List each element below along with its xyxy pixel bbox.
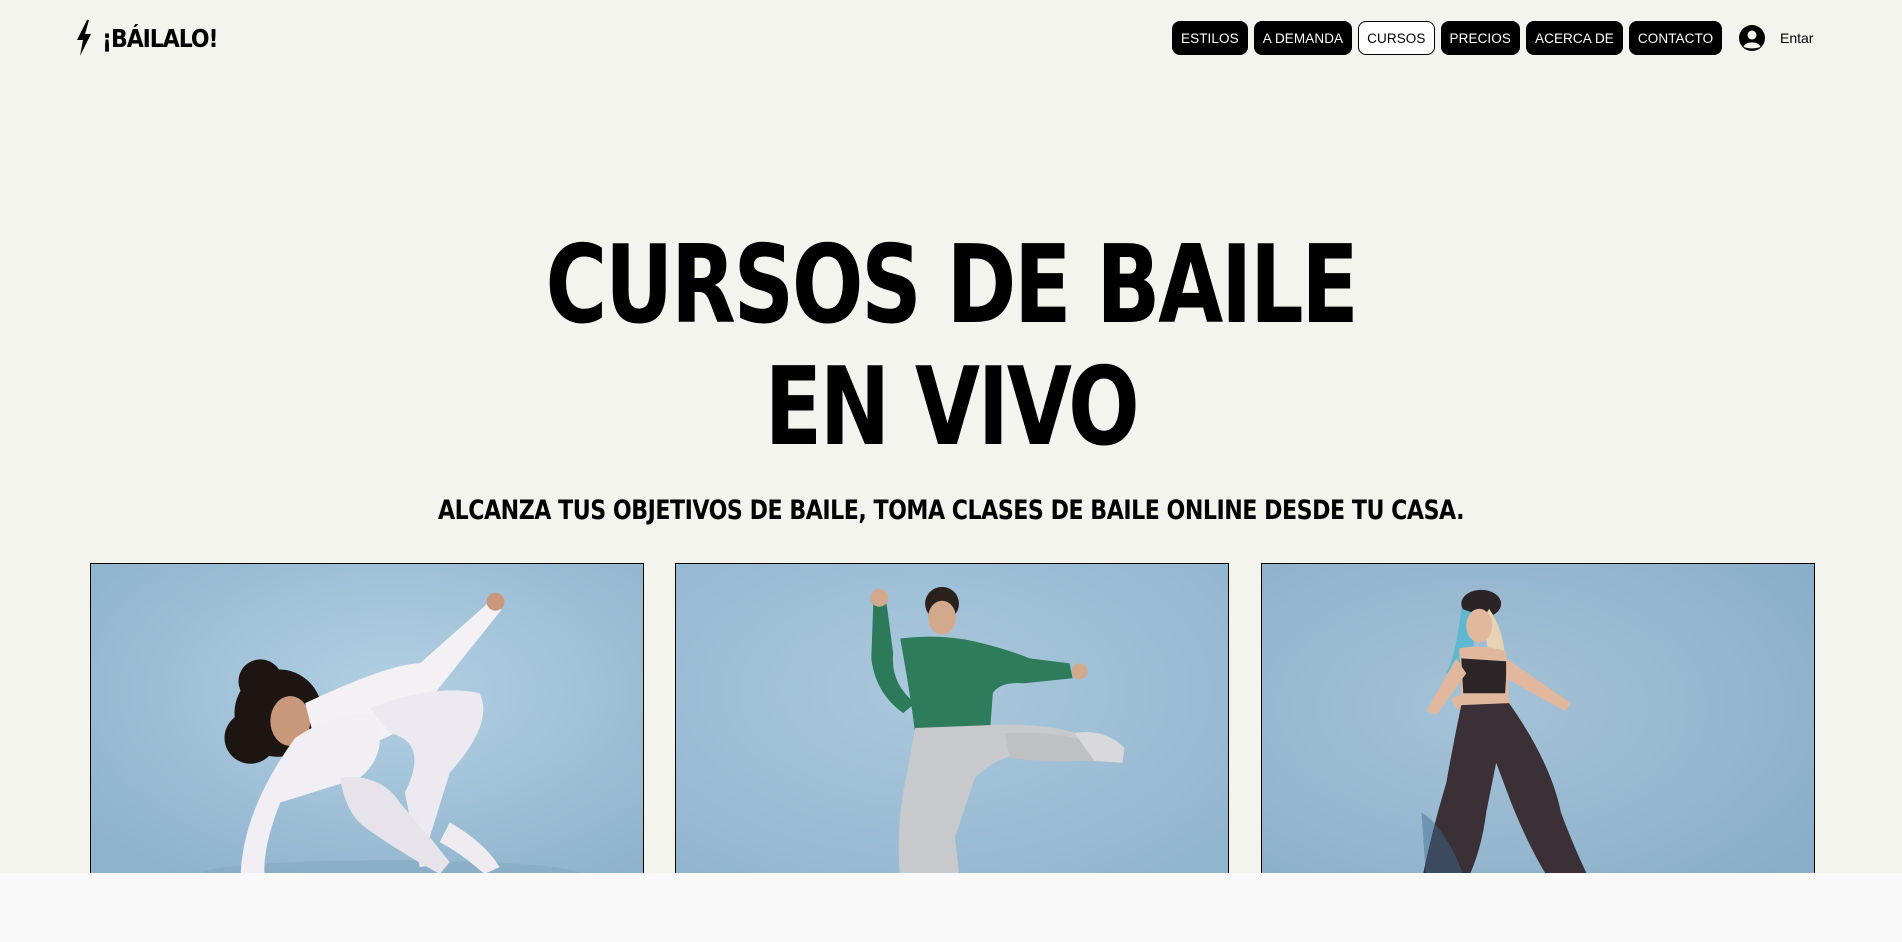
user-avatar-icon	[1738, 24, 1766, 52]
login-label: Entar	[1780, 30, 1814, 46]
main-nav: ESTILOS A DEMANDA CURSOS PRECIOS ACERCA …	[1172, 21, 1723, 55]
logo-text: ¡BÁILALO!	[102, 23, 219, 53]
nav-item-estilos[interactable]: ESTILOS	[1172, 21, 1248, 55]
lightning-bolt-icon	[76, 20, 92, 56]
bottom-bar	[0, 873, 1902, 942]
nav-item-acerca-de[interactable]: ACERCA DE	[1525, 21, 1623, 55]
nav-item-cursos[interactable]: CURSOS	[1358, 21, 1435, 55]
site-logo[interactable]: ¡BÁILALO!	[76, 20, 233, 56]
dancer-dark-outfit-photo	[1262, 564, 1814, 882]
page-title: CURSOS DE BAILE EN VIVO	[209, 225, 1693, 469]
page-title-line-2: EN VIVO	[764, 345, 1140, 470]
nav-item-contacto[interactable]: CONTACTO	[1628, 21, 1723, 55]
page-title-line-1: CURSOS DE BAILE	[545, 223, 1358, 348]
page: ¡BÁILALO! ESTILOS A DEMANDA CURSOS PRECI…	[0, 0, 1902, 942]
page-subtitle: ALCANZA TUS OBJETIVOS DE BAILE, TOMA CLA…	[438, 495, 1464, 526]
course-card-1[interactable]	[90, 563, 644, 883]
course-card-2[interactable]	[675, 563, 1229, 883]
course-card-3[interactable]	[1261, 563, 1815, 883]
nav-item-a-demanda[interactable]: A DEMANDA	[1253, 21, 1353, 55]
dancer-green-sweatshirt-photo	[676, 564, 1228, 882]
nav-item-precios[interactable]: PRECIOS	[1440, 21, 1520, 55]
login-button[interactable]: Entar	[1738, 24, 1813, 52]
dancer-white-outfit-photo	[91, 564, 643, 882]
